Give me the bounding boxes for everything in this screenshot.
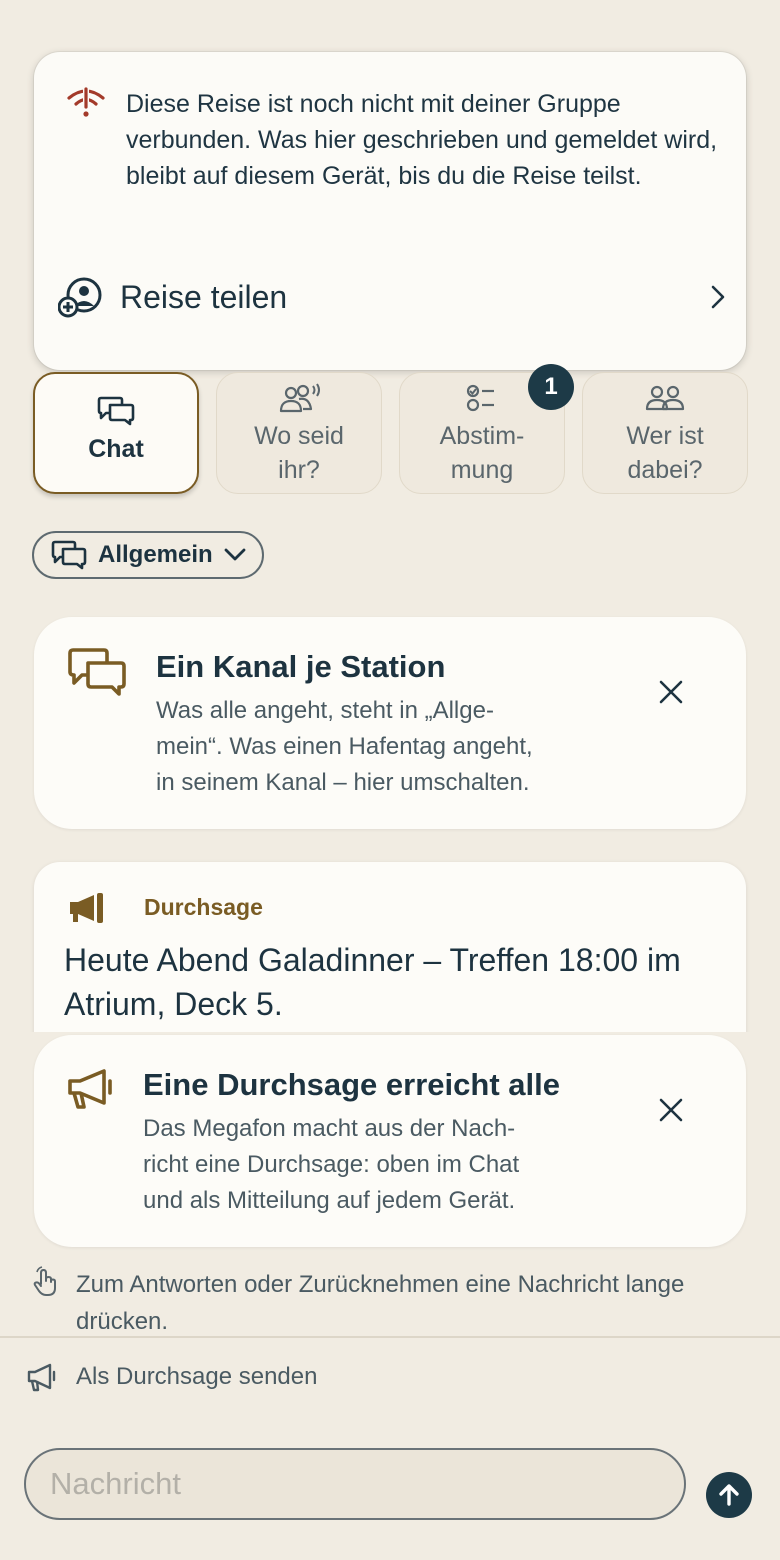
chat-bubbles-icon bbox=[97, 396, 135, 426]
hint-card-channels: Ein Kanal je Station Was alle angeht, st… bbox=[34, 617, 746, 829]
hint-body: Was alle angeht, steht in „Allge- mein“.… bbox=[156, 697, 533, 796]
channel-selector[interactable]: Allgemein bbox=[32, 531, 264, 579]
share-group-icon bbox=[58, 277, 102, 318]
send-button[interactable] bbox=[706, 1472, 752, 1518]
hint-body: Das Megafon macht aus der Nach- richt ei… bbox=[143, 1115, 520, 1214]
offline-banner: Diese Reise ist noch nicht mit deiner Gr… bbox=[34, 52, 746, 370]
announcement-label: Durchsage bbox=[144, 894, 263, 920]
long-press-hint: Zum Antworten oder Zurücknehmen eine Nac… bbox=[30, 1266, 750, 1340]
hint-card-announcement: Eine Durchsage erreicht alle Das Megafon… bbox=[34, 1035, 746, 1247]
long-press-hint-text: Zum Antworten oder Zurücknehmen eine Nac… bbox=[76, 1271, 685, 1335]
banner-message: Diese Reise ist noch nicht mit deiner Gr… bbox=[126, 90, 718, 190]
message-input[interactable] bbox=[24, 1448, 686, 1520]
chat-bubbles-icon bbox=[51, 540, 87, 570]
tab-locations[interactable]: Wo seid ihr? bbox=[216, 372, 382, 494]
divider bbox=[0, 1336, 780, 1338]
close-icon[interactable] bbox=[658, 679, 684, 705]
megaphone-icon bbox=[27, 1363, 56, 1392]
megaphone-icon bbox=[70, 893, 103, 923]
group-location-icon bbox=[279, 383, 320, 413]
poll-count-badge: 1 bbox=[528, 364, 574, 410]
close-icon[interactable] bbox=[658, 1097, 684, 1123]
announcement-text: Heute Abend Galadinner – Treffen 18:00 i… bbox=[64, 942, 681, 1022]
chevron-down-icon bbox=[224, 548, 246, 561]
wifi-off-icon bbox=[67, 87, 105, 117]
share-trip-label: Reise teilen bbox=[120, 278, 288, 315]
send-as-announcement-label: Als Durchsage senden bbox=[76, 1363, 318, 1390]
tab-participants-label: Wer ist dabei? bbox=[626, 422, 704, 484]
tab-chat[interactable]: Chat bbox=[33, 372, 199, 494]
chat-bubbles-icon bbox=[68, 648, 126, 696]
hint-title: Ein Kanal je Station bbox=[156, 649, 446, 684]
tab-locations-label: Wo seid ihr? bbox=[254, 422, 344, 484]
arrow-up-icon bbox=[719, 1484, 739, 1506]
chevron-right-icon bbox=[711, 285, 725, 309]
send-as-announcement-toggle[interactable]: Als Durchsage senden bbox=[26, 1362, 317, 1392]
tab-poll-label: Abstim- mung bbox=[439, 422, 525, 484]
hand-tap-icon bbox=[33, 1266, 56, 1296]
megaphone-icon bbox=[68, 1069, 112, 1109]
people-icon bbox=[645, 385, 685, 411]
hint-title: Eine Durchsage erreicht alle bbox=[143, 1067, 560, 1102]
tab-participants[interactable]: Wer ist dabei? bbox=[582, 372, 748, 494]
share-trip-button[interactable]: Reise teilen bbox=[58, 274, 728, 320]
checklist-icon bbox=[466, 384, 494, 412]
channel-label: Allgemein bbox=[98, 541, 213, 568]
tab-chat-label: Chat bbox=[88, 435, 144, 463]
